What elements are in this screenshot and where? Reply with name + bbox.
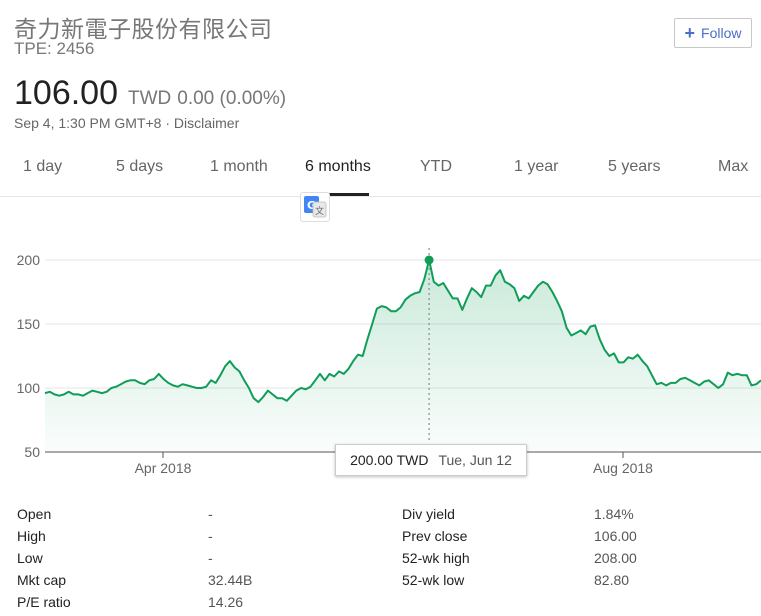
follow-label: Follow	[701, 25, 742, 41]
y-tick-label: 150	[17, 316, 41, 332]
hover-point	[424, 255, 434, 265]
google-translate-icon[interactable]: G 文	[300, 192, 330, 222]
price-row: 106.00 TWD 0.00 (0.00%)	[14, 74, 286, 113]
stat-row-52wk-low: 52-wk low 82.80	[402, 572, 742, 594]
timestamp-disclaimer: Sep 4, 1:30 PM GMT+8 · Disclaimer	[14, 115, 240, 131]
price-change: 0.00 (0.00%)	[177, 88, 287, 109]
stat-label: Div yield	[402, 506, 455, 522]
stat-label: P/E ratio	[17, 594, 71, 610]
stat-label: 52-wk high	[402, 550, 470, 566]
tab-ytd[interactable]: YTD	[420, 158, 452, 176]
stat-value: 14.26	[208, 594, 244, 610]
stat-row-high: High -	[17, 528, 357, 550]
y-tick-label: 50	[24, 444, 40, 460]
stat-row-mkt-cap: Mkt cap 32.44B	[17, 572, 357, 594]
tab-5-days[interactable]: 5 days	[116, 158, 163, 176]
tab-max[interactable]: Max	[718, 158, 748, 176]
tab-1-year[interactable]: 1 year	[514, 158, 558, 176]
stat-value: 32.44B	[208, 572, 253, 588]
svg-text:文: 文	[315, 205, 324, 217]
stat-label: Mkt cap	[17, 572, 67, 588]
stat-row-open: Open -	[17, 506, 357, 528]
y-tick-label: 200	[17, 252, 41, 268]
x-tick-label: Apr 2018	[135, 460, 192, 476]
ticker-symbol: TPE: 2456	[14, 39, 95, 58]
stat-row-prev-close: Prev close 106.00	[402, 528, 742, 550]
x-tick-label: Aug 2018	[593, 460, 653, 476]
chart-tooltip: 200.00 TWD Tue, Jun 12	[335, 444, 527, 476]
stat-label: Prev close	[402, 528, 468, 544]
plus-icon: +	[684, 23, 696, 43]
stat-row-52wk-high: 52-wk high 208.00	[402, 550, 742, 572]
stat-label: 52-wk low	[402, 572, 465, 588]
stat-value: -	[208, 550, 213, 566]
stat-value: 82.80	[594, 572, 630, 588]
stat-row-div-yield: Div yield 1.84%	[402, 506, 742, 528]
range-tabs: 1 day 5 days 1 month 6 months YTD 1 year…	[0, 146, 761, 197]
stat-value: -	[208, 506, 213, 522]
stat-label: High	[17, 528, 46, 544]
stat-label: Open	[17, 506, 52, 522]
stat-row-low: Low -	[17, 550, 357, 572]
tooltip-date: Tue, Jun 12	[438, 452, 512, 468]
current-price: 106.00	[14, 74, 118, 112]
tab-5-years[interactable]: 5 years	[608, 158, 660, 176]
stat-value: 1.84%	[594, 506, 634, 522]
stat-value: 106.00	[594, 528, 637, 544]
tab-6-months[interactable]: 6 months	[305, 158, 371, 176]
stat-value: 208.00	[594, 550, 637, 566]
stat-label: Low	[17, 550, 43, 566]
tab-1-day[interactable]: 1 day	[23, 158, 62, 176]
stat-value: -	[208, 528, 213, 544]
tooltip-value: 200.00 TWD	[350, 452, 429, 468]
currency-label: TWD	[128, 88, 172, 109]
tab-1-month[interactable]: 1 month	[210, 158, 268, 176]
follow-button[interactable]: + Follow	[674, 18, 752, 48]
y-tick-label: 100	[17, 380, 41, 396]
stat-row-pe-ratio: P/E ratio 14.26	[17, 594, 357, 616]
price-area	[45, 260, 761, 452]
